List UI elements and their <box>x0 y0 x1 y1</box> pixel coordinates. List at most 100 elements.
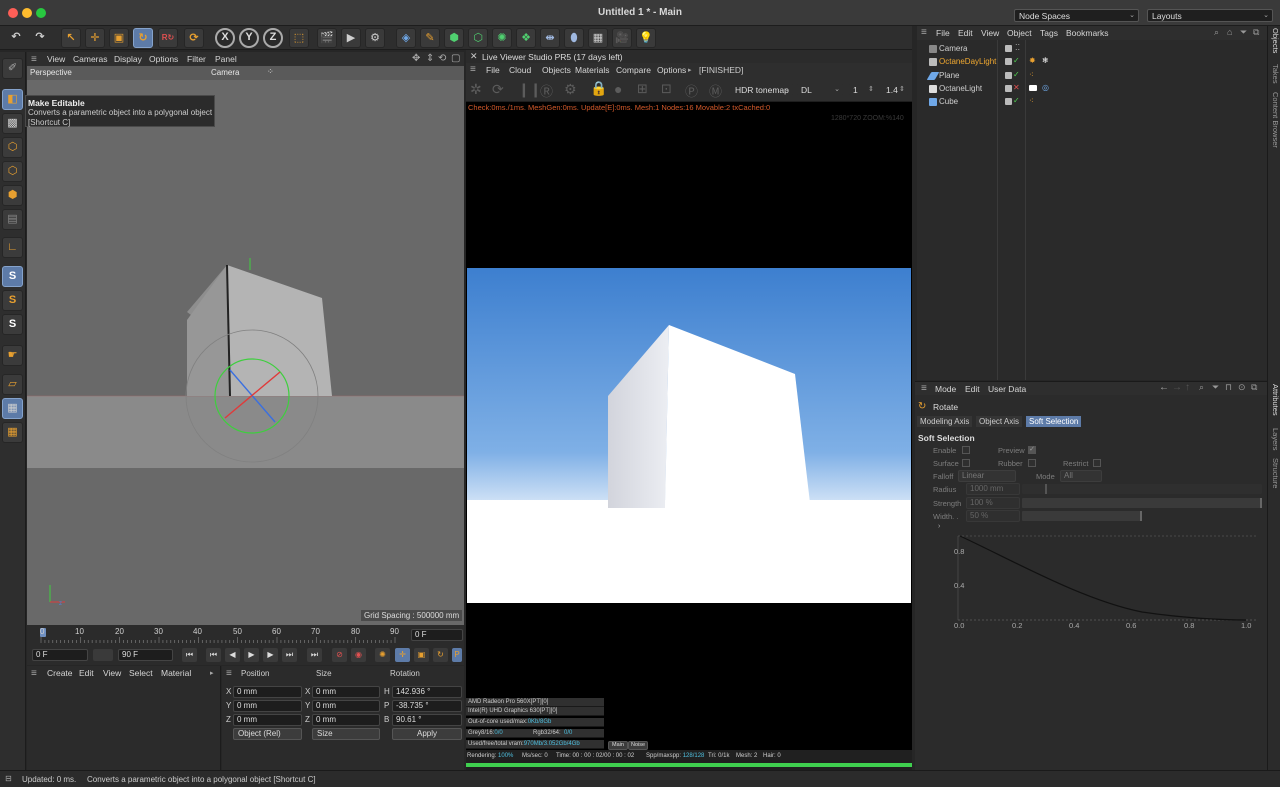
falloff-curve-graph[interactable]: 0.8 0.4 0.0 0.2 0.4 0.6 0.8 1.0 <box>942 530 1264 630</box>
menu-options[interactable]: Options <box>149 54 178 64</box>
tab-attributes[interactable]: Attributes <box>1271 384 1280 416</box>
clay-mode-icon[interactable]: ● <box>614 81 622 97</box>
x-axis-lock-icon[interactable]: X <box>215 28 235 48</box>
enabled-check-icon[interactable]: ✓ <box>1013 56 1020 65</box>
end-frame-field[interactable]: 90 F <box>118 649 173 661</box>
new-window-icon[interactable]: ⧉ <box>1251 382 1257 393</box>
size-z-field[interactable]: 0 mm <box>312 714 380 726</box>
width-slider-thumb[interactable] <box>1140 511 1142 521</box>
camera-object-icon[interactable]: 🎥 <box>612 28 632 48</box>
lv-menu-objects[interactable]: Objects <box>542 65 571 75</box>
lv-menu-options[interactable]: Options <box>657 65 686 75</box>
up-arrow-icon[interactable]: ↑ <box>1185 382 1190 393</box>
hamburger-icon[interactable]: ≡ <box>31 668 37 679</box>
render-view-icon[interactable]: ▶ <box>341 28 361 48</box>
pos-y-field[interactable]: 0 mm <box>233 700 302 712</box>
region-render-icon[interactable]: Ⓡ <box>540 81 553 100</box>
lv-menu-file[interactable]: File <box>486 65 500 75</box>
rotate-view-icon[interactable]: ⟲ <box>438 53 446 64</box>
size-x-field[interactable]: 0 mm <box>312 686 380 698</box>
back-arrow-icon[interactable]: ← <box>1159 382 1169 393</box>
previous-frame-icon[interactable]: ◀ <box>225 648 240 662</box>
strength-slider[interactable] <box>1022 498 1262 508</box>
axis-mode-icon[interactable]: ∟ <box>2 237 23 258</box>
cube-primitive-icon[interactable]: ◈ <box>396 28 416 48</box>
select-tool-icon[interactable]: ↖ <box>61 28 81 48</box>
radius-slider[interactable] <box>1022 484 1262 494</box>
floor-icon[interactable]: ▦ <box>588 28 608 48</box>
node-spaces-dropdown[interactable]: Node Spaces ⌄ <box>1014 9 1139 22</box>
field-icon[interactable]: ⬮ <box>564 28 584 48</box>
focus-picker-icon[interactable]: ⊡ <box>661 81 672 97</box>
daylight-tag-icon[interactable]: ✸ <box>1029 56 1036 65</box>
tonemap-dropdown[interactable]: HDR tonemap ⌄ <box>730 83 794 96</box>
maximize-view-icon[interactable]: ▢ <box>451 53 460 64</box>
subdivision-icon[interactable]: ⬢ <box>444 28 464 48</box>
restrict-checkbox[interactable] <box>1093 459 1101 467</box>
3d-viewport[interactable]: z Grid Spacing : 500000 mm <box>27 80 464 625</box>
main-pass-button[interactable]: Main <box>608 741 628 750</box>
falloff-dropdown[interactable]: Linear <box>958 470 1016 482</box>
obj-menu-file[interactable]: File <box>936 28 950 38</box>
disabled-x-icon[interactable]: ✕ <box>1013 83 1020 92</box>
obj-menu-bookmarks[interactable]: Bookmarks <box>1066 28 1109 38</box>
mode-dropdown[interactable]: All <box>1060 470 1102 482</box>
menu-cameras[interactable]: Cameras <box>73 54 107 64</box>
keyframe-selection-icon[interactable]: ✺ <box>375 648 390 662</box>
menu-material[interactable]: Material <box>161 668 191 678</box>
edges-mode-icon[interactable]: ⬡ <box>2 161 23 182</box>
obj-menu-edit[interactable]: Edit <box>958 28 973 38</box>
hamburger-icon[interactable]: ≡ <box>921 383 927 394</box>
start-frame-field[interactable]: 0 F <box>32 649 88 661</box>
autokey-icon[interactable]: ◉ <box>351 648 366 662</box>
coordinate-system-icon[interactable]: ⬚ <box>289 28 309 48</box>
attr-menu-edit[interactable]: Edit <box>965 384 980 394</box>
arrow-right-icon[interactable]: ▸ <box>688 66 692 74</box>
menu-filter[interactable]: Filter <box>187 54 206 64</box>
width-field[interactable]: 50 % <box>966 510 1020 522</box>
menu-select[interactable]: Select <box>129 668 153 678</box>
polygons-mode-icon[interactable]: ⬢ <box>2 185 23 206</box>
undo-icon[interactable]: ↶ <box>6 28 26 48</box>
menu-display[interactable]: Display <box>114 54 142 64</box>
render-settings-icon[interactable]: ⚙ <box>365 28 385 48</box>
hamburger-icon[interactable]: ≡ <box>226 668 232 679</box>
locked-workplane-icon[interactable]: ▦ <box>2 398 23 419</box>
camera-tag-icon[interactable]: ⁚⁚ <box>1015 43 1020 52</box>
menu-create[interactable]: Create <box>47 668 73 678</box>
value1-stepper[interactable]: 1 ⇕ <box>848 83 878 96</box>
redo-icon[interactable]: ↷ <box>30 28 50 48</box>
object-row-camera[interactable]: Camera ⁚⁚ <box>919 43 1039 55</box>
enabled-check-icon[interactable]: ✓ <box>1013 70 1020 79</box>
frame-range-slider[interactable] <box>93 649 113 661</box>
tab-soft-selection[interactable]: Soft Selection <box>1026 416 1082 427</box>
lv-menu-compare[interactable]: Compare <box>616 65 651 75</box>
rot-p-field[interactable]: -38.735 ° <box>392 700 462 712</box>
surface-checkbox[interactable] <box>962 459 970 467</box>
checker-texture-icon[interactable]: ▩ <box>2 113 23 134</box>
make-editable-icon[interactable]: ◧ <box>2 89 23 110</box>
expand-arrow-icon[interactable]: › <box>938 523 940 530</box>
current-frame-field[interactable]: 0 F <box>411 629 463 641</box>
phong-tag-icon[interactable]: ⁖ <box>1029 70 1034 79</box>
octane-tag-icon[interactable]: ❄ <box>1042 56 1049 65</box>
pick-object-icon[interactable]: Ⓜ <box>709 81 722 100</box>
object-row-cube[interactable]: Cube ✓ ⁖ <box>919 96 1039 108</box>
radius-field[interactable]: 1000 mm <box>966 483 1020 495</box>
close-icon[interactable]: ✕ <box>470 51 478 62</box>
lock-icon[interactable]: 🔒 <box>590 80 607 97</box>
extrude-icon[interactable]: ⬡ <box>468 28 488 48</box>
forward-arrow-icon[interactable]: → <box>1172 382 1182 393</box>
phong-tag-icon[interactable]: ⁖ <box>1029 96 1034 105</box>
previous-key-icon[interactable]: ⏮ <box>206 648 221 662</box>
noise-pass-button[interactable]: Noise <box>628 741 648 750</box>
tab-structure[interactable]: Structure <box>1271 458 1280 488</box>
obj-menu-view[interactable]: View <box>981 28 999 38</box>
pause-render-icon[interactable]: ❙❙ <box>518 81 541 98</box>
pan-view-icon[interactable]: ✥ <box>412 53 420 64</box>
attr-menu-mode[interactable]: Mode <box>935 384 956 394</box>
apply-button[interactable]: Apply <box>392 728 462 740</box>
cloner-icon[interactable]: ✺ <box>492 28 512 48</box>
tab-layers[interactable]: Layers <box>1271 428 1280 451</box>
scale-key-icon[interactable]: ▣ <box>414 648 429 662</box>
